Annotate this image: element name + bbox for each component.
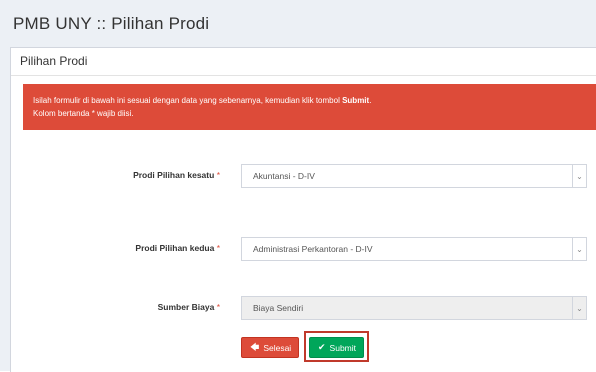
- form-row-biaya: Sumber Biaya * Biaya Sendiri ⌄: [11, 296, 596, 320]
- panel-header: Pilihan Prodi: [11, 48, 596, 76]
- prodi1-label-text: Prodi Pilihan kesatu: [133, 170, 215, 180]
- info-alert: Isilah formulir di bawah ini sesuai deng…: [23, 84, 596, 130]
- check-icon: ✔: [318, 342, 326, 352]
- form-panel: Pilihan Prodi Isilah formulir di bawah i…: [10, 47, 596, 372]
- page-title: PMB UNY :: Pilihan Prodi: [13, 14, 210, 33]
- alert-required-note: Kolom bertanda * wajib diisi.: [33, 109, 134, 118]
- alert-text: Isilah formulir di bawah ini sesuai deng…: [33, 96, 343, 105]
- selesai-button[interactable]: 🡄 Selesai: [241, 337, 299, 358]
- alert-bold-text: Submit: [342, 96, 370, 105]
- submit-label: Submit: [329, 342, 357, 353]
- biaya-select[interactable]: Biaya Sendiri ⌄: [241, 296, 587, 320]
- biaya-label-text: Sumber Biaya: [157, 302, 215, 312]
- biaya-value: Biaya Sendiri: [253, 303, 304, 313]
- prodi2-label: Prodi Pilihan kedua *: [135, 243, 220, 253]
- selesai-label: Selesai: [263, 342, 292, 353]
- required-mark: *: [216, 170, 220, 180]
- prodi2-label-text: Prodi Pilihan kedua: [135, 243, 215, 253]
- alert-period: .: [369, 96, 372, 105]
- form-row-prodi1: Prodi Pilihan kesatu * Akuntansi - D-IV …: [11, 164, 596, 188]
- chevron-down-icon: ⌄: [572, 238, 586, 260]
- prodi2-value: Administrasi Perkantoran - D-IV: [253, 244, 373, 254]
- prodi2-select[interactable]: Administrasi Perkantoran - D-IV ⌄: [241, 237, 587, 261]
- arrow-left-icon: 🡄: [250, 341, 260, 352]
- submit-button[interactable]: ✔ Submit: [309, 337, 364, 358]
- form-row-prodi2: Prodi Pilihan kedua * Administrasi Perka…: [11, 237, 596, 261]
- prodi1-value: Akuntansi - D-IV: [253, 171, 315, 181]
- required-mark: *: [216, 243, 220, 253]
- required-mark: *: [216, 302, 220, 312]
- prodi1-select[interactable]: Akuntansi - D-IV ⌄: [241, 164, 587, 188]
- chevron-down-icon: ⌄: [572, 165, 586, 187]
- biaya-label: Sumber Biaya *: [158, 302, 220, 312]
- prodi1-label: Prodi Pilihan kesatu *: [133, 170, 220, 180]
- panel-title: Pilihan Prodi: [20, 54, 88, 68]
- chevron-down-icon: ⌄: [572, 297, 586, 319]
